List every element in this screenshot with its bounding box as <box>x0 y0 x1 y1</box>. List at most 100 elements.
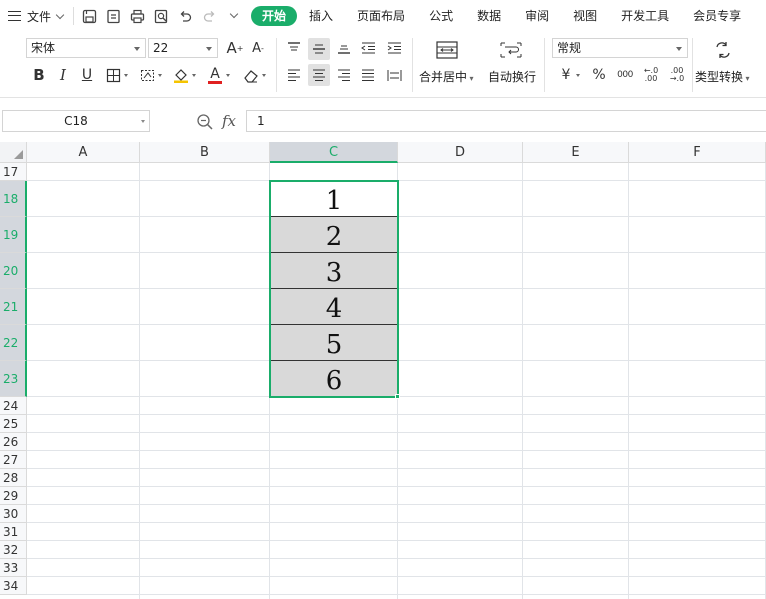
tab-review[interactable]: 审阅 <box>513 6 561 26</box>
spreadsheet-grid[interactable]: A B C D E F 17 18 19 20 21 22 23 24 25 26 27 28 29 30 31 32 33… <box>0 142 766 599</box>
column-header-c[interactable]: C <box>270 142 398 163</box>
column-header-d[interactable]: D <box>398 142 523 163</box>
align-center-button[interactable] <box>308 64 330 86</box>
row-header-20[interactable]: 20 <box>0 253 27 289</box>
grow-font-button[interactable]: A + <box>226 38 244 58</box>
undo-icon[interactable] <box>178 9 193 24</box>
row-header-21[interactable]: 21 <box>0 289 27 325</box>
row-header-31[interactable]: 31 <box>0 523 27 541</box>
print-preview-icon[interactable] <box>154 9 169 24</box>
row-header-18[interactable]: 18 <box>0 181 27 217</box>
tab-formulas[interactable]: 公式 <box>417 6 465 26</box>
column-header-f[interactable]: F <box>629 142 766 163</box>
clear-button[interactable] <box>242 65 266 85</box>
convert-type-button[interactable]: 类型转换 ▾ <box>695 68 750 85</box>
convert-type-icon-button[interactable] <box>710 38 736 62</box>
currency-button[interactable]: ¥ <box>558 65 580 85</box>
tab-member[interactable]: 会员专享 <box>681 6 753 26</box>
row-header-26[interactable]: 26 <box>0 433 27 451</box>
row-header-27[interactable]: 27 <box>0 451 27 469</box>
bold-button[interactable]: B <box>30 65 48 85</box>
name-box[interactable]: C18 <box>2 110 150 132</box>
cell-c21[interactable]: 4 <box>270 289 398 325</box>
shrink-font-button[interactable]: A- <box>249 38 267 58</box>
row-header-32[interactable]: 32 <box>0 541 27 559</box>
row-gridline <box>27 486 766 487</box>
align-left-button[interactable] <box>284 65 304 85</box>
cell-c20[interactable]: 3 <box>270 253 398 289</box>
paint-bucket-icon <box>174 69 188 83</box>
shrink-font-icon: A <box>252 40 261 56</box>
row-header-30[interactable]: 30 <box>0 505 27 523</box>
align-right-button[interactable] <box>334 65 354 85</box>
fill-pattern-button[interactable] <box>138 65 162 85</box>
tab-view[interactable]: 视图 <box>561 6 609 26</box>
wrap-text-icon-button[interactable] <box>498 38 524 62</box>
row-header-19[interactable]: 19 <box>0 217 27 253</box>
tab-page-layout[interactable]: 页面布局 <box>345 6 417 26</box>
insert-function-button[interactable]: fx <box>222 112 236 130</box>
row-header-29[interactable]: 29 <box>0 487 27 505</box>
merge-center-button[interactable]: 合并居中 ▾ <box>419 68 474 85</box>
row-header-24[interactable]: 24 <box>0 397 27 415</box>
row-header-23[interactable]: 23 <box>0 361 27 397</box>
merge-center-icon-button[interactable] <box>434 38 460 62</box>
column-header-a[interactable]: A <box>27 142 140 163</box>
indent-icon <box>387 42 401 54</box>
font-size-select[interactable]: 22 <box>148 38 218 58</box>
tab-data[interactable]: 数据 <box>465 6 513 26</box>
tab-insert[interactable]: 插入 <box>297 6 345 26</box>
column-header-e[interactable]: E <box>523 142 629 163</box>
number-format-select[interactable]: 常规 <box>552 38 688 58</box>
increase-indent-button[interactable] <box>384 38 404 58</box>
row-header-22[interactable]: 22 <box>0 325 27 361</box>
file-menu-button[interactable]: 文件 <box>0 8 65 25</box>
row-header-28[interactable]: 28 <box>0 469 27 487</box>
cell-c19[interactable]: 2 <box>270 217 398 253</box>
row-gridline <box>27 450 766 451</box>
align-top-button[interactable] <box>284 38 304 58</box>
cell-c18[interactable]: 1 <box>270 181 398 217</box>
align-top-icon <box>288 42 300 51</box>
ribbon-separator <box>276 38 277 92</box>
menu-bar: 文件 开始 插入 页面布局 公式 数据 审阅 视图 开发工具 会员专享 <box>0 0 766 32</box>
percent-button[interactable]: % <box>590 65 608 85</box>
justify-button[interactable] <box>358 65 378 85</box>
formula-input[interactable]: 1 <box>246 110 766 132</box>
print-icon[interactable] <box>130 9 145 24</box>
row-header-34[interactable]: 34 <box>0 577 27 595</box>
align-middle-button[interactable] <box>308 38 330 60</box>
distributed-align-button[interactable] <box>384 65 404 85</box>
borders-icon <box>106 68 120 82</box>
wrap-text-button[interactable]: 自动换行 <box>488 68 536 85</box>
font-name-value: 宋体 <box>31 41 56 55</box>
zoom-icon[interactable] <box>196 113 214 131</box>
italic-button[interactable]: I <box>54 65 72 85</box>
save-icon[interactable] <box>82 9 97 24</box>
underline-button[interactable]: U <box>78 65 96 85</box>
column-header-b[interactable]: B <box>140 142 270 163</box>
decrease-decimal-button[interactable]: .00 →.0 <box>666 65 688 85</box>
fill-handle[interactable] <box>395 394 400 399</box>
increase-decimal-button[interactable]: ←.0.00 <box>640 65 662 85</box>
row-header-33[interactable]: 33 <box>0 559 27 577</box>
align-bottom-button[interactable] <box>334 38 354 58</box>
cell-c23[interactable]: 6 <box>270 361 398 397</box>
row-gridline <box>27 558 766 559</box>
grow-font-icon: A <box>226 39 237 57</box>
row-header-25[interactable]: 25 <box>0 415 27 433</box>
export-pdf-icon[interactable] <box>106 9 121 24</box>
select-all-button[interactable] <box>0 142 27 163</box>
customize-toolbar-icon[interactable] <box>226 9 241 24</box>
decrease-indent-button[interactable] <box>358 38 378 58</box>
borders-button[interactable] <box>104 65 128 85</box>
font-color-button[interactable]: A <box>206 65 230 85</box>
fill-color-button[interactable] <box>172 65 196 85</box>
redo-icon[interactable] <box>202 9 217 24</box>
tab-developer[interactable]: 开发工具 <box>609 6 681 26</box>
cell-c22[interactable]: 5 <box>270 325 398 361</box>
row-header-17[interactable]: 17 <box>0 163 27 181</box>
thousands-separator-button[interactable]: 000 <box>614 65 636 85</box>
font-name-select[interactable]: 宋体 <box>26 38 146 58</box>
tab-home[interactable]: 开始 <box>251 6 298 26</box>
